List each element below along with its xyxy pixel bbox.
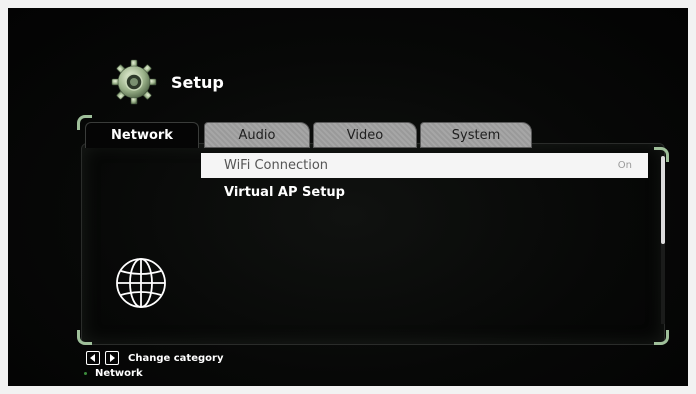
globe-icon	[116, 258, 166, 308]
tv-screen: Setup Network Audio Video System WiFi Co…	[8, 8, 688, 386]
menu-item-wifi-connection[interactable]: WiFi Connection On	[201, 153, 648, 178]
menu-item-label: Virtual AP Setup	[224, 185, 345, 200]
page-title: Setup	[171, 73, 224, 92]
panel-corner	[654, 330, 669, 345]
menu-item-virtual-ap-setup[interactable]: Virtual AP Setup	[201, 180, 648, 205]
tab-audio[interactable]: Audio	[204, 122, 310, 148]
arrow-right-icon	[105, 351, 119, 365]
tab-label: Video	[346, 127, 384, 143]
current-category-label: Network	[95, 368, 143, 379]
tab-network[interactable]: Network	[85, 122, 199, 148]
footer-hint: Change category	[86, 351, 223, 365]
gear-icon	[111, 59, 157, 105]
tab-label: Network	[111, 128, 173, 143]
panel-corner	[77, 330, 92, 345]
menu-item-label: WiFi Connection	[224, 158, 329, 173]
tab-video[interactable]: Video	[313, 122, 417, 148]
tab-system[interactable]: System	[420, 122, 532, 148]
bullet-icon	[84, 372, 87, 375]
tab-label: System	[451, 127, 501, 143]
footer-hint-label: Change category	[128, 352, 224, 364]
scrollbar-thumb[interactable]	[661, 156, 665, 244]
footer-current-category: Network	[84, 368, 143, 379]
arrow-left-icon	[86, 351, 100, 365]
menu-item-value: On	[617, 160, 632, 171]
tab-label: Audio	[238, 127, 276, 143]
